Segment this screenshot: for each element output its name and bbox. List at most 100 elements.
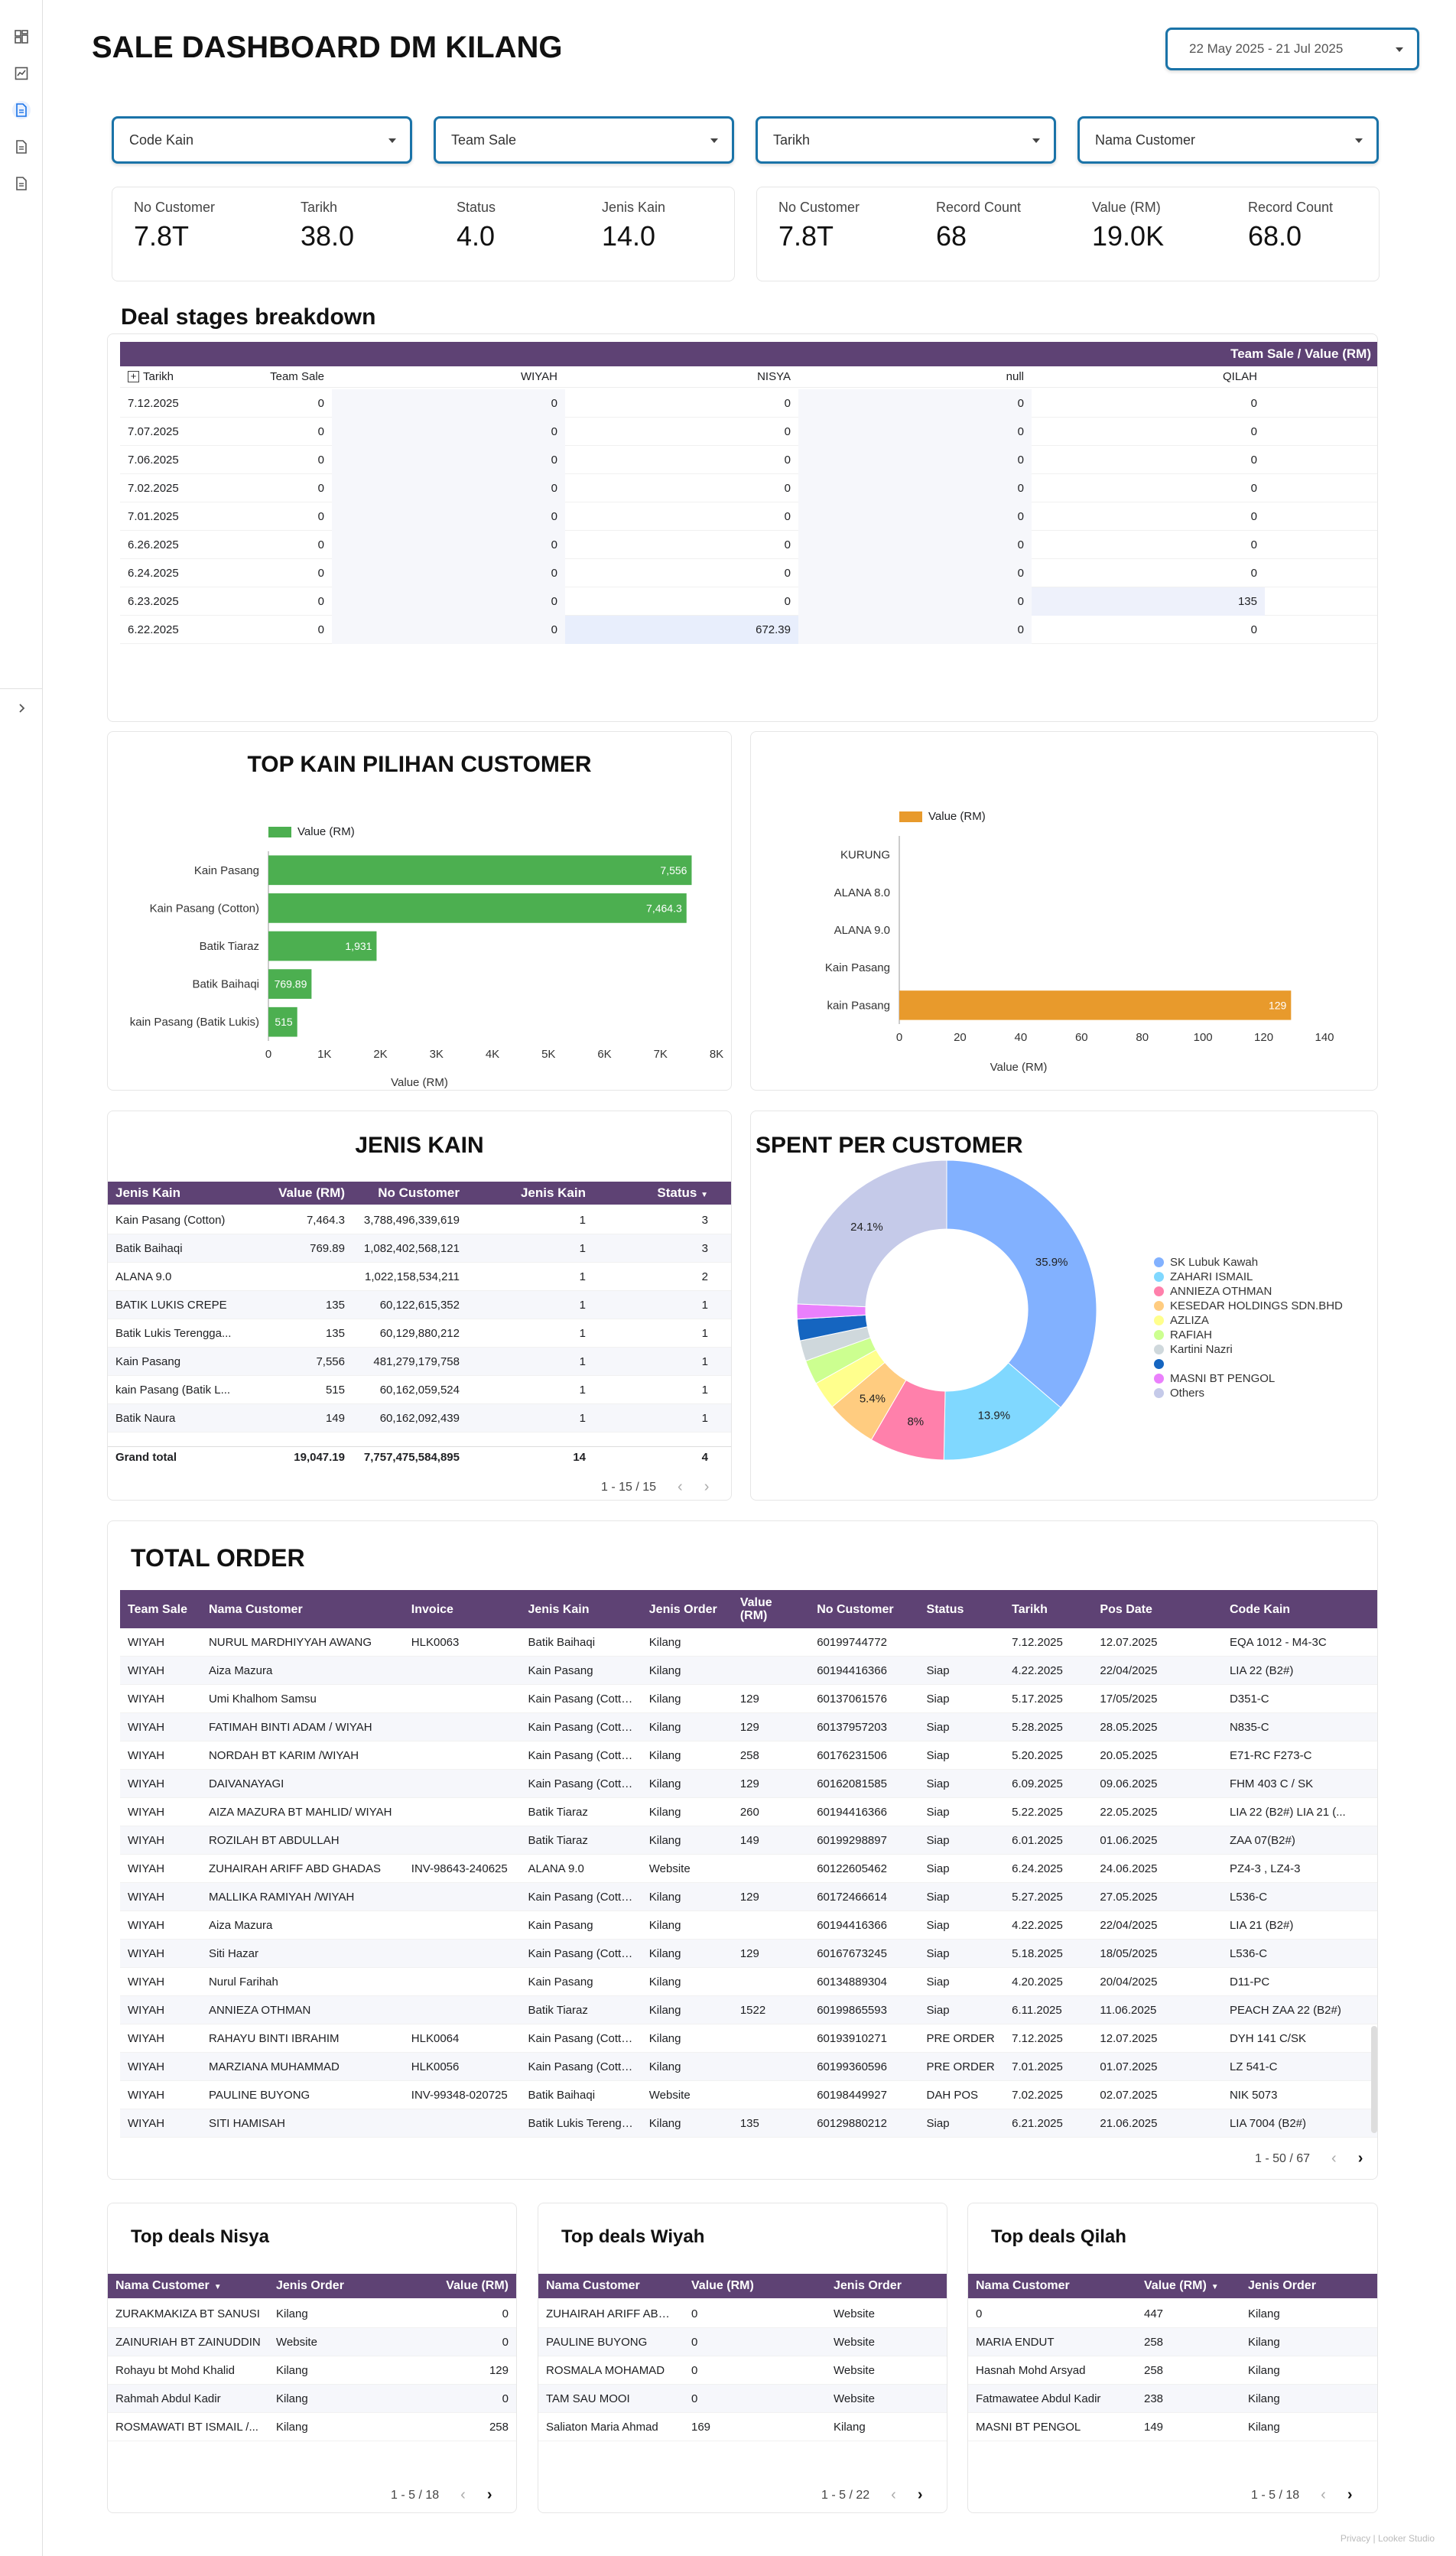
col-header[interactable]: Pos Date [1092,1603,1222,1616]
table-row[interactable]: Rohayu bt Mohd Khalid Kilang 129 [108,2356,516,2385]
col-header[interactable]: Value (RM) [429,2279,516,2293]
col-header[interactable]: Jenis Kain [108,1185,253,1201]
table-row[interactable]: WIYAH Nurul Farihah Kain Pasang Kilang 60134… [120,1968,1377,1996]
scrollbar[interactable] [1371,2026,1377,2133]
col-header[interactable]: Value (RM) ▼ [1136,2279,1240,2293]
col-header[interactable]: No Customer [809,1603,918,1616]
next-page-icon[interactable]: › [487,2486,492,2504]
table-row[interactable]: ZURAKMAKIZA BT SANUSI Kilang 0 [108,2300,516,2328]
next-page-icon[interactable]: › [704,1478,710,1496]
col-header[interactable]: Jenis Kain [467,1185,593,1201]
filter-team-sale[interactable]: Team Sale [434,116,734,164]
table-row[interactable]: WIYAH PAULINE BUYONG INV-99348-020725 Batik… [120,2081,1377,2109]
dashboard-icon[interactable] [12,28,31,46]
date-range-picker[interactable]: 22 May 2025 - 21 Jul 2025 [1165,28,1419,70]
pivot-row-dim[interactable]: + Tarikh [120,370,216,383]
table-row[interactable]: 0 447 Kilang [968,2300,1377,2328]
chevron-right-icon[interactable] [12,699,31,717]
table-row[interactable]: WIYAH RAHAYU BINTI IBRAHIM HLK0064 Kain Pas… [120,2024,1377,2053]
col-header[interactable]: Invoice [404,1603,521,1616]
table-row[interactable]: BATIK LUKIS CREPE 135 60,122,615,352 1 1 [108,1291,731,1319]
table-row[interactable]: Kain Pasang (Cotton) 7,464.3 3,788,496,339… [108,1206,731,1234]
bar[interactable] [268,893,687,923]
filter-nama-customer[interactable]: Nama Customer [1077,116,1379,164]
chart-icon[interactable] [12,64,31,83]
table-row[interactable]: TAM SAU MOOI 0 Website [538,2385,947,2413]
col-header[interactable]: Code Kain [1222,1603,1377,1616]
table-row[interactable]: WIYAH Aiza Mazura Kain Pasang Kilang 6019441… [120,1657,1377,1685]
table-row[interactable]: Fatmawatee Abdul Kadir 238 Kilang [968,2385,1377,2413]
table-row[interactable]: Hasnah Mohd Arsyad 258 Kilang [968,2356,1377,2385]
page-icon[interactable] [12,174,31,193]
table-row[interactable]: WIYAH Aiza Mazura Kain Pasang Kilang 6019441… [120,1911,1377,1940]
col-header[interactable]: Team Sale [120,1603,201,1616]
legend-item[interactable]: KESEDAR HOLDINGS SDN.BHD [1154,1299,1343,1313]
legend-item[interactable]: ZAHARI ISMAIL [1154,1270,1343,1284]
table-row[interactable]: WIYAH DAIVANAYAGI Kain Pasang (Cotto... Kil… [120,1770,1377,1798]
table-row[interactable]: Batik Naura 149 60,162,092,439 1 1 [108,1404,731,1432]
prev-page-icon[interactable]: ‹ [1321,2486,1326,2504]
legend-item[interactable] [1154,1357,1343,1371]
col-header[interactable]: Nama Customer [201,1603,404,1616]
legend-item[interactable]: Kartini Nazri [1154,1342,1343,1357]
legend-item[interactable]: RAFIAH [1154,1328,1343,1342]
col-header[interactable]: Value (RM) [684,2279,826,2293]
legend-item[interactable]: MASNI BT PENGOL [1154,1371,1343,1386]
legend-item[interactable]: Others [1154,1386,1343,1400]
table-row[interactable]: ROSMAWATI BT ISMAIL /... Kilang 258 [108,2413,516,2441]
col-header[interactable]: Status [919,1603,1005,1616]
table-row[interactable]: Kain Pasang 7,556 481,279,179,758 1 1 [108,1348,731,1376]
prev-page-icon[interactable]: ‹ [891,2486,896,2504]
table-row[interactable]: MASNI BT PENGOL 149 Kilang [968,2413,1377,2441]
col-header[interactable]: Tarikh [1004,1603,1092,1616]
table-row[interactable]: WIYAH SITI HAMISAH Batik Lukis Terengg... K… [120,2109,1377,2138]
col-header[interactable]: Jenis Order [642,1603,733,1616]
col-header[interactable]: No Customer [353,1185,467,1201]
table-row[interactable]: ROSMALA MOHAMAD 0 Website [538,2356,947,2385]
legend-item[interactable]: SK Lubuk Kawah [1154,1255,1343,1270]
table-row[interactable]: WIYAH ANNIEZA OTHMAN Batik Tiaraz Kilang 152… [120,1996,1377,2024]
table-row[interactable]: kain Pasang (Batik L... 515 60,162,059,524… [108,1376,731,1404]
prev-page-icon[interactable]: ‹ [678,1478,683,1496]
next-page-icon[interactable]: › [918,2486,923,2504]
col-header[interactable]: Value (RM) [253,1185,353,1201]
table-row[interactable]: Batik Baihaqi 769.89 1,082,402,568,121 1 3 [108,1234,731,1263]
col-header[interactable]: Jenis Order [1240,2279,1376,2293]
bar[interactable] [268,855,692,886]
table-row[interactable]: MARIA ENDUT 258 Kilang [968,2328,1377,2356]
next-page-icon[interactable]: › [1358,2150,1363,2167]
col-header[interactable]: Nama Customer [538,2279,684,2293]
col-header[interactable]: Nama Customer ▼ [108,2279,268,2293]
bar[interactable] [899,990,1292,1020]
pie-slice[interactable] [946,1159,1097,1409]
table-row[interactable]: WIYAH MALLIKA RAMIYAH /WIYAH Kain Pasang (… [120,1883,1377,1911]
table-row[interactable]: WIYAH NURUL MARDHIYYAH AWANG HLK0063 Batik … [120,1628,1377,1657]
table-row[interactable]: ALANA 9.0 1,022,158,534,211 1 2 [108,1263,731,1291]
table-row[interactable]: WIYAH MARZIANA MUHAMMAD HLK0056 Kain Pasang… [120,2053,1377,2081]
table-row[interactable]: ZAINURIAH BT ZAINUDDIN Website 0 [108,2328,516,2356]
col-header[interactable]: Value (RM) [733,1596,809,1622]
table-row[interactable]: WIYAH NORDAH BT KARIM /WIYAH Kain Pasang (… [120,1741,1377,1770]
table-row[interactable]: ZUHAIRAH ARIFF ABD ... 0 Website [538,2300,947,2328]
col-header[interactable]: Jenis Kain [520,1603,641,1616]
table-row[interactable]: WIYAH FATIMAH BINTI ADAM / WIYAH Kain Pasa… [120,1713,1377,1741]
table-row[interactable]: WIYAH Siti Hazar Kain Pasang (Cotto... Kila… [120,1940,1377,1968]
legend-item[interactable]: AZLIZA [1154,1313,1343,1328]
table-row[interactable]: Saliaton Maria Ahmad 169 Kilang [538,2413,947,2441]
table-row[interactable]: PAULINE BUYONG 0 Website [538,2328,947,2356]
page-icon[interactable] [12,138,31,156]
prev-page-icon[interactable]: ‹ [1331,2150,1337,2167]
prev-page-icon[interactable]: ‹ [460,2486,466,2504]
table-row[interactable]: Batik Lukis Terengga... 135 60,129,880,212… [108,1319,731,1348]
col-header[interactable]: Jenis Order [268,2279,429,2293]
table-row[interactable]: WIYAH ZUHAIRAH ARIFF ABD GHADAS INV-98643-… [120,1855,1377,1883]
table-row[interactable]: WIYAH ROZILAH BT ABDULLAH Batik Tiaraz Kila… [120,1826,1377,1855]
page-icon-active[interactable] [12,101,31,119]
legend-item[interactable]: ANNIEZA OTHMAN [1154,1284,1343,1299]
table-row[interactable]: WIYAH AIZA MAZURA BT MAHLID/ WIYAH Batik T… [120,1798,1377,1826]
col-header[interactable]: Jenis Order [826,2279,947,2293]
col-header[interactable]: Status ▼ [593,1185,716,1201]
table-row[interactable]: WIYAH Umi Khalhom Samsu Kain Pasang (Cotto… [120,1685,1377,1713]
col-header[interactable]: Nama Customer [968,2279,1136,2293]
table-row[interactable]: Rahmah Abdul Kadir Kilang 0 [108,2385,516,2413]
